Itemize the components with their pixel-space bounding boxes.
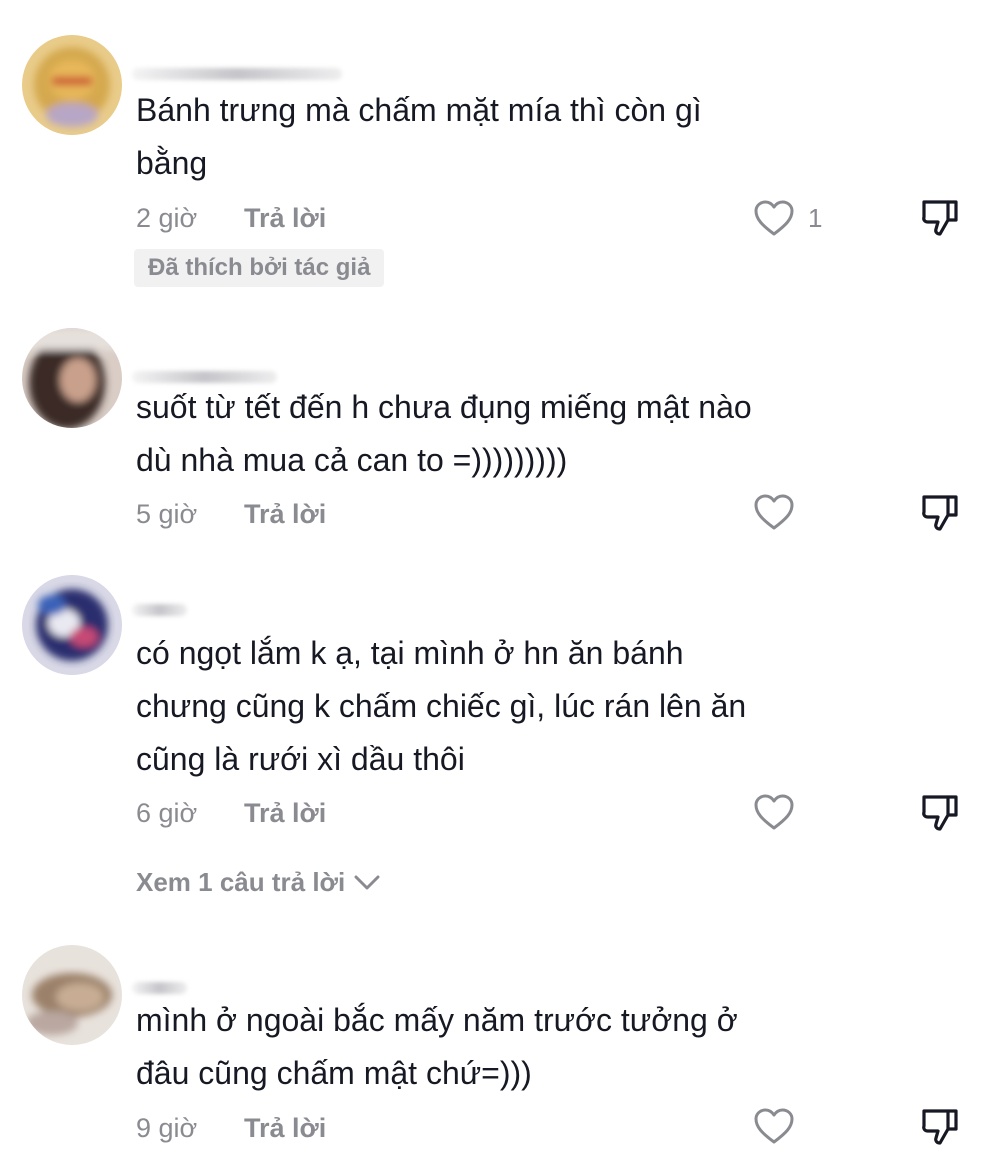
like-count: 1: [808, 202, 823, 233]
username-blurred[interactable]: [132, 604, 187, 616]
comment-time: 5 giờ: [136, 498, 198, 529]
reply-button[interactable]: Trả lời: [244, 499, 326, 530]
like-button[interactable]: [752, 492, 796, 532]
thumbs-down-icon: [922, 795, 958, 831]
avatar[interactable]: [22, 945, 122, 1045]
heart-outline-icon: [754, 1108, 794, 1144]
like-button[interactable]: [752, 792, 796, 832]
comment-meta: 5 giờ Trả lời: [136, 494, 326, 534]
heart-outline-icon: [754, 200, 794, 236]
thumbs-down-icon: [922, 1109, 958, 1145]
dislike-button[interactable]: [918, 1104, 962, 1148]
view-replies-button[interactable]: Xem 1 câu trả lời: [136, 862, 381, 902]
thumbs-down-icon: [922, 495, 958, 531]
comment-time: 6 giờ: [136, 797, 198, 828]
like-button[interactable]: [752, 1106, 796, 1146]
dislike-button[interactable]: [918, 195, 962, 239]
username-blurred[interactable]: [132, 982, 187, 994]
comment-meta: 9 giờ Trả lời: [136, 1108, 326, 1148]
reply-button[interactable]: Trả lời: [244, 203, 326, 234]
heart-outline-icon: [754, 494, 794, 530]
heart-outline-icon: [754, 794, 794, 830]
comment-text: mình ở ngoài bắc mấy năm trước tưởng ở đ…: [136, 1002, 738, 1091]
chevron-down-icon: [354, 875, 380, 890]
liked-by-author-badge: Đã thích bởi tác giả: [134, 249, 385, 287]
reply-button[interactable]: Trả lời: [244, 1113, 326, 1144]
comment-meta: 2 giờ Trả lời: [136, 198, 326, 238]
reply-button[interactable]: Trả lời: [244, 798, 326, 829]
dislike-button[interactable]: [918, 490, 962, 534]
dislike-button[interactable]: [918, 790, 962, 834]
comment-time: 9 giờ: [136, 1112, 198, 1143]
like-button[interactable]: 1: [752, 198, 822, 238]
comment-text: Bánh trưng mà chấm mặt mía thì còn gì bằ…: [136, 92, 702, 181]
comment-time: 2 giờ: [136, 202, 198, 233]
avatar[interactable]: [22, 328, 122, 428]
comment-meta: 6 giờ Trả lời: [136, 793, 326, 833]
avatar[interactable]: [22, 35, 122, 135]
thumbs-down-icon: [922, 200, 958, 236]
view-replies-label: Xem 1 câu trả lời: [136, 866, 346, 897]
comment-text: có ngọt lắm k ạ, tại mình ở hn ăn bánh c…: [136, 635, 747, 777]
comment-text: suốt từ tết đến h chưa đụng miếng mật nà…: [136, 389, 752, 478]
avatar[interactable]: [22, 575, 122, 675]
username-blurred[interactable]: [132, 68, 342, 80]
